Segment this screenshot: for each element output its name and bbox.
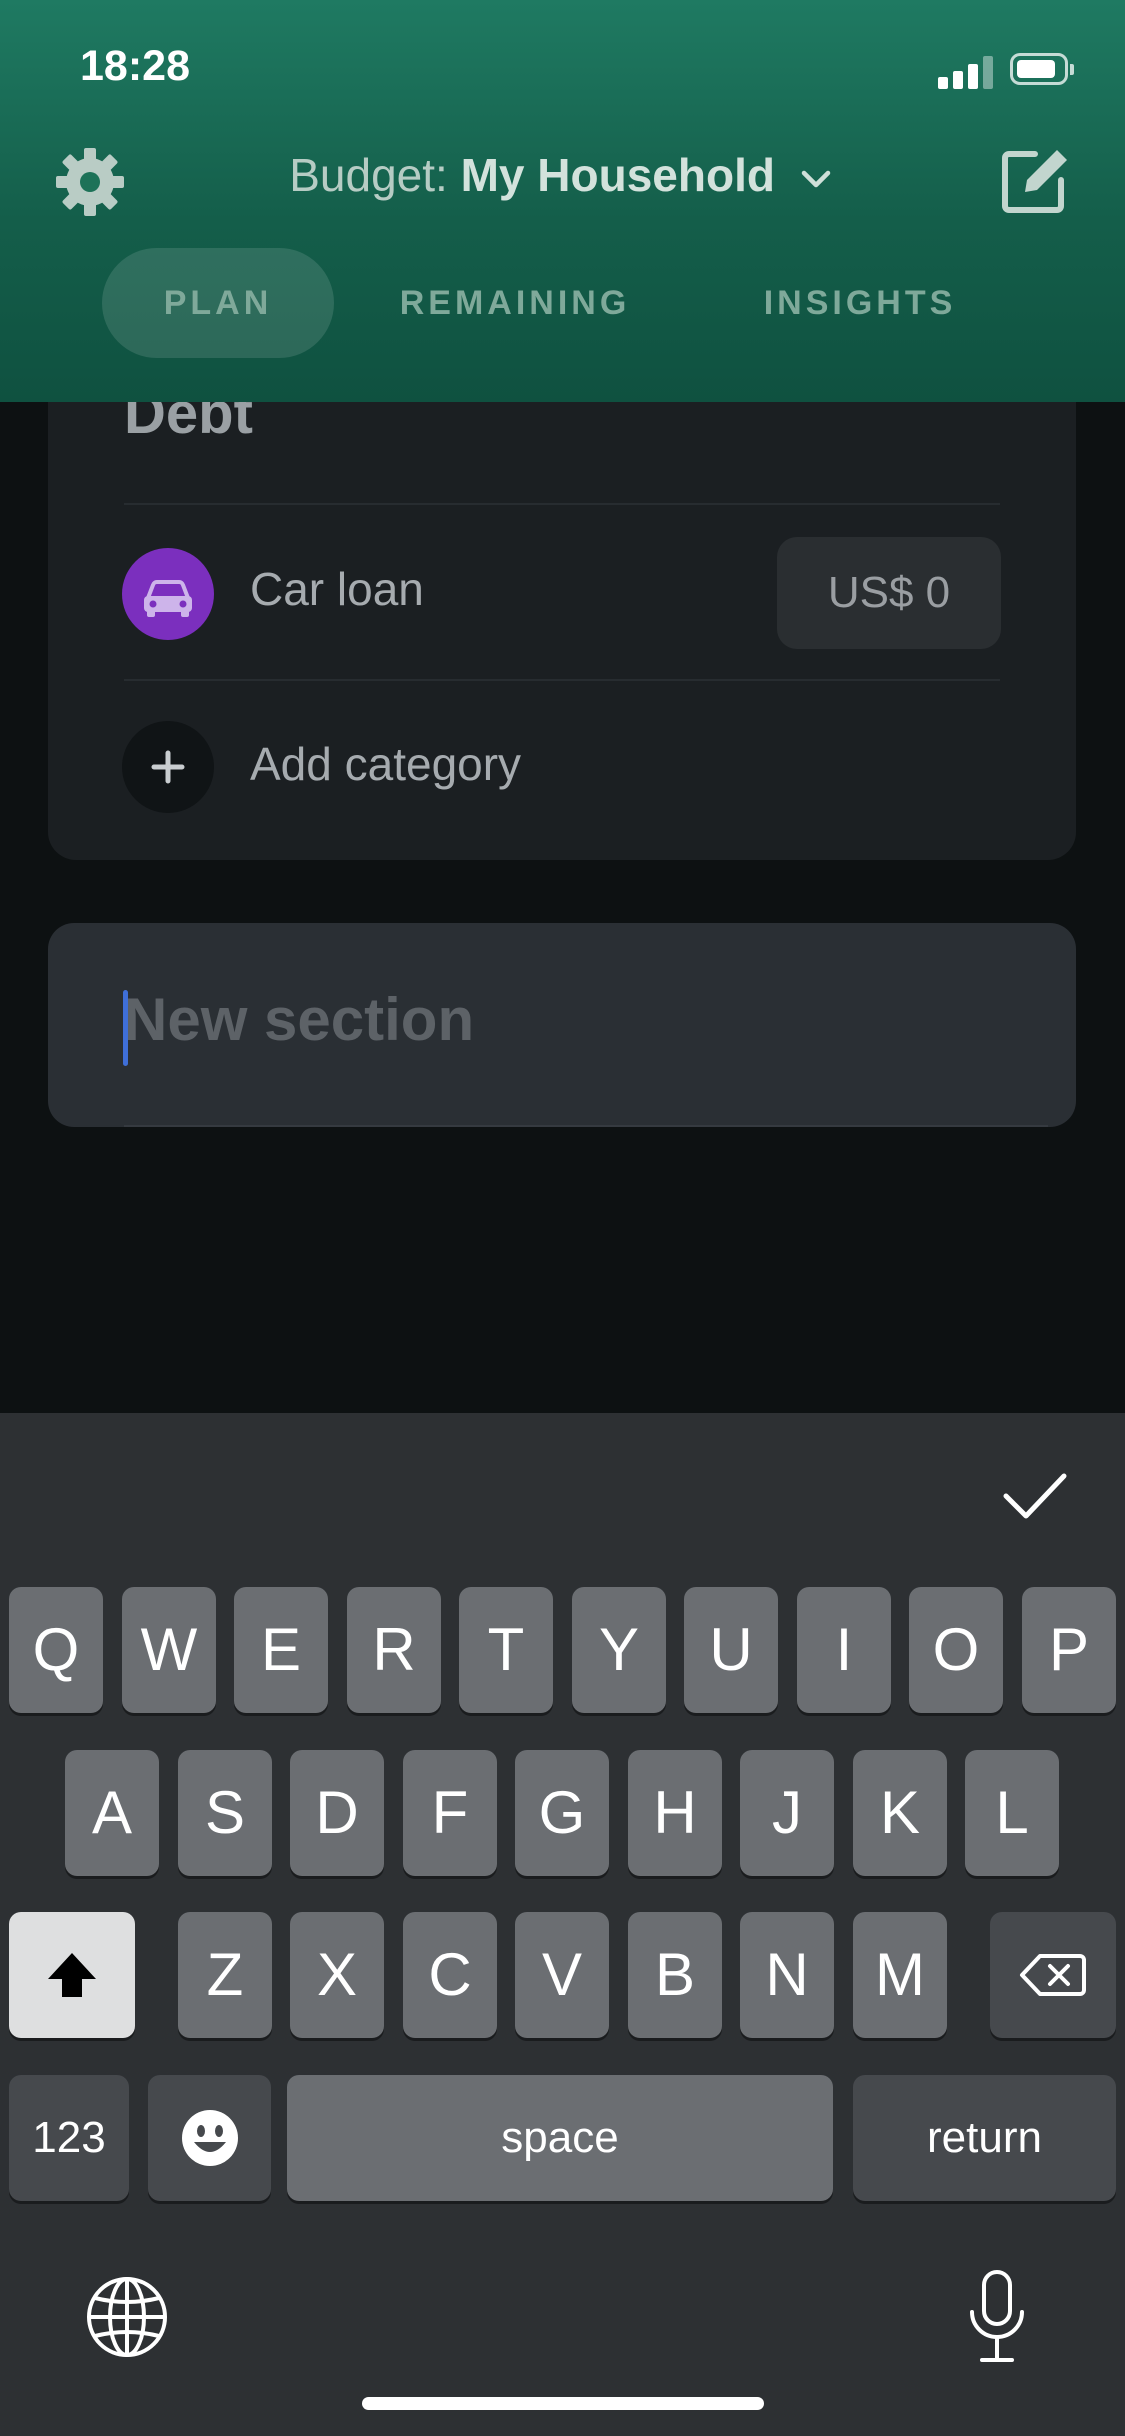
divider — [124, 679, 1000, 681]
key-s[interactable]: S — [178, 1750, 272, 1876]
key-z[interactable]: Z — [178, 1912, 272, 2038]
key-f[interactable]: F — [403, 1750, 497, 1876]
key-u[interactable]: U — [684, 1587, 778, 1713]
key-e[interactable]: E — [234, 1587, 328, 1713]
status-time: 18:28 — [80, 42, 190, 90]
key-p[interactable]: P — [1022, 1587, 1116, 1713]
signal-icon — [938, 55, 994, 89]
numbers-key[interactable]: 123 — [9, 2075, 129, 2201]
emoji-icon — [181, 2110, 238, 2166]
key-c[interactable]: C — [403, 1912, 497, 2038]
key-h[interactable]: H — [628, 1750, 722, 1876]
category-label[interactable]: Car loan — [250, 562, 424, 616]
key-a[interactable]: A — [65, 1750, 159, 1876]
key-r[interactable]: R — [347, 1587, 441, 1713]
return-key[interactable]: return — [853, 2075, 1116, 2201]
key-j[interactable]: J — [740, 1750, 834, 1876]
key-b[interactable]: B — [628, 1912, 722, 2038]
checkmark-icon[interactable] — [1002, 1468, 1068, 1524]
tab-insights[interactable]: INSIGHTS — [740, 248, 980, 358]
text-cursor — [123, 990, 128, 1066]
key-k[interactable]: K — [853, 1750, 947, 1876]
plus-icon[interactable] — [122, 721, 214, 813]
shift-key[interactable] — [9, 1912, 135, 2038]
delete-icon — [1020, 1954, 1086, 1996]
battery-icon — [1010, 53, 1074, 85]
key-l[interactable]: L — [965, 1750, 1059, 1876]
tab-remaining[interactable]: REMAINING — [380, 248, 650, 358]
space-key[interactable]: space — [287, 2075, 833, 2201]
tab-plan[interactable]: PLAN — [102, 248, 334, 358]
key-v[interactable]: V — [515, 1912, 609, 2038]
add-category-button[interactable]: Add category — [250, 737, 521, 791]
key-y[interactable]: Y — [572, 1587, 666, 1713]
key-g[interactable]: G — [515, 1750, 609, 1876]
chevron-down-icon — [801, 170, 830, 188]
tab-bar: PLAN REMAINING INSIGHTS — [0, 248, 1125, 358]
delete-key[interactable] — [990, 1912, 1116, 2038]
key-o[interactable]: O — [909, 1587, 1003, 1713]
emoji-key[interactable] — [148, 2075, 271, 2201]
divider — [124, 503, 1000, 505]
compose-icon[interactable] — [995, 140, 1075, 220]
key-w[interactable]: W — [122, 1587, 216, 1713]
budget-name: My Household — [460, 149, 775, 201]
key-t[interactable]: T — [459, 1587, 553, 1713]
key-d[interactable]: D — [290, 1750, 384, 1876]
shift-icon — [48, 1953, 96, 1997]
new-section-input[interactable]: New section — [124, 985, 474, 1054]
key-x[interactable]: X — [290, 1912, 384, 2038]
key-q[interactable]: Q — [9, 1587, 103, 1713]
key-m[interactable]: M — [853, 1912, 947, 2038]
home-indicator — [362, 2397, 764, 2410]
globe-icon[interactable] — [82, 2272, 172, 2362]
app-header: 18:28 Budget: My Household PLAN REMAININ… — [0, 0, 1125, 402]
key-i[interactable]: I — [797, 1587, 891, 1713]
car-icon — [122, 548, 214, 640]
budget-selector[interactable]: Budget: My Household — [0, 148, 1125, 202]
microphone-icon[interactable] — [962, 2268, 1032, 2368]
key-n[interactable]: N — [740, 1912, 834, 2038]
budget-prefix: Budget: — [289, 149, 448, 201]
amount-field[interactable]: US$ 0 — [777, 537, 1001, 649]
